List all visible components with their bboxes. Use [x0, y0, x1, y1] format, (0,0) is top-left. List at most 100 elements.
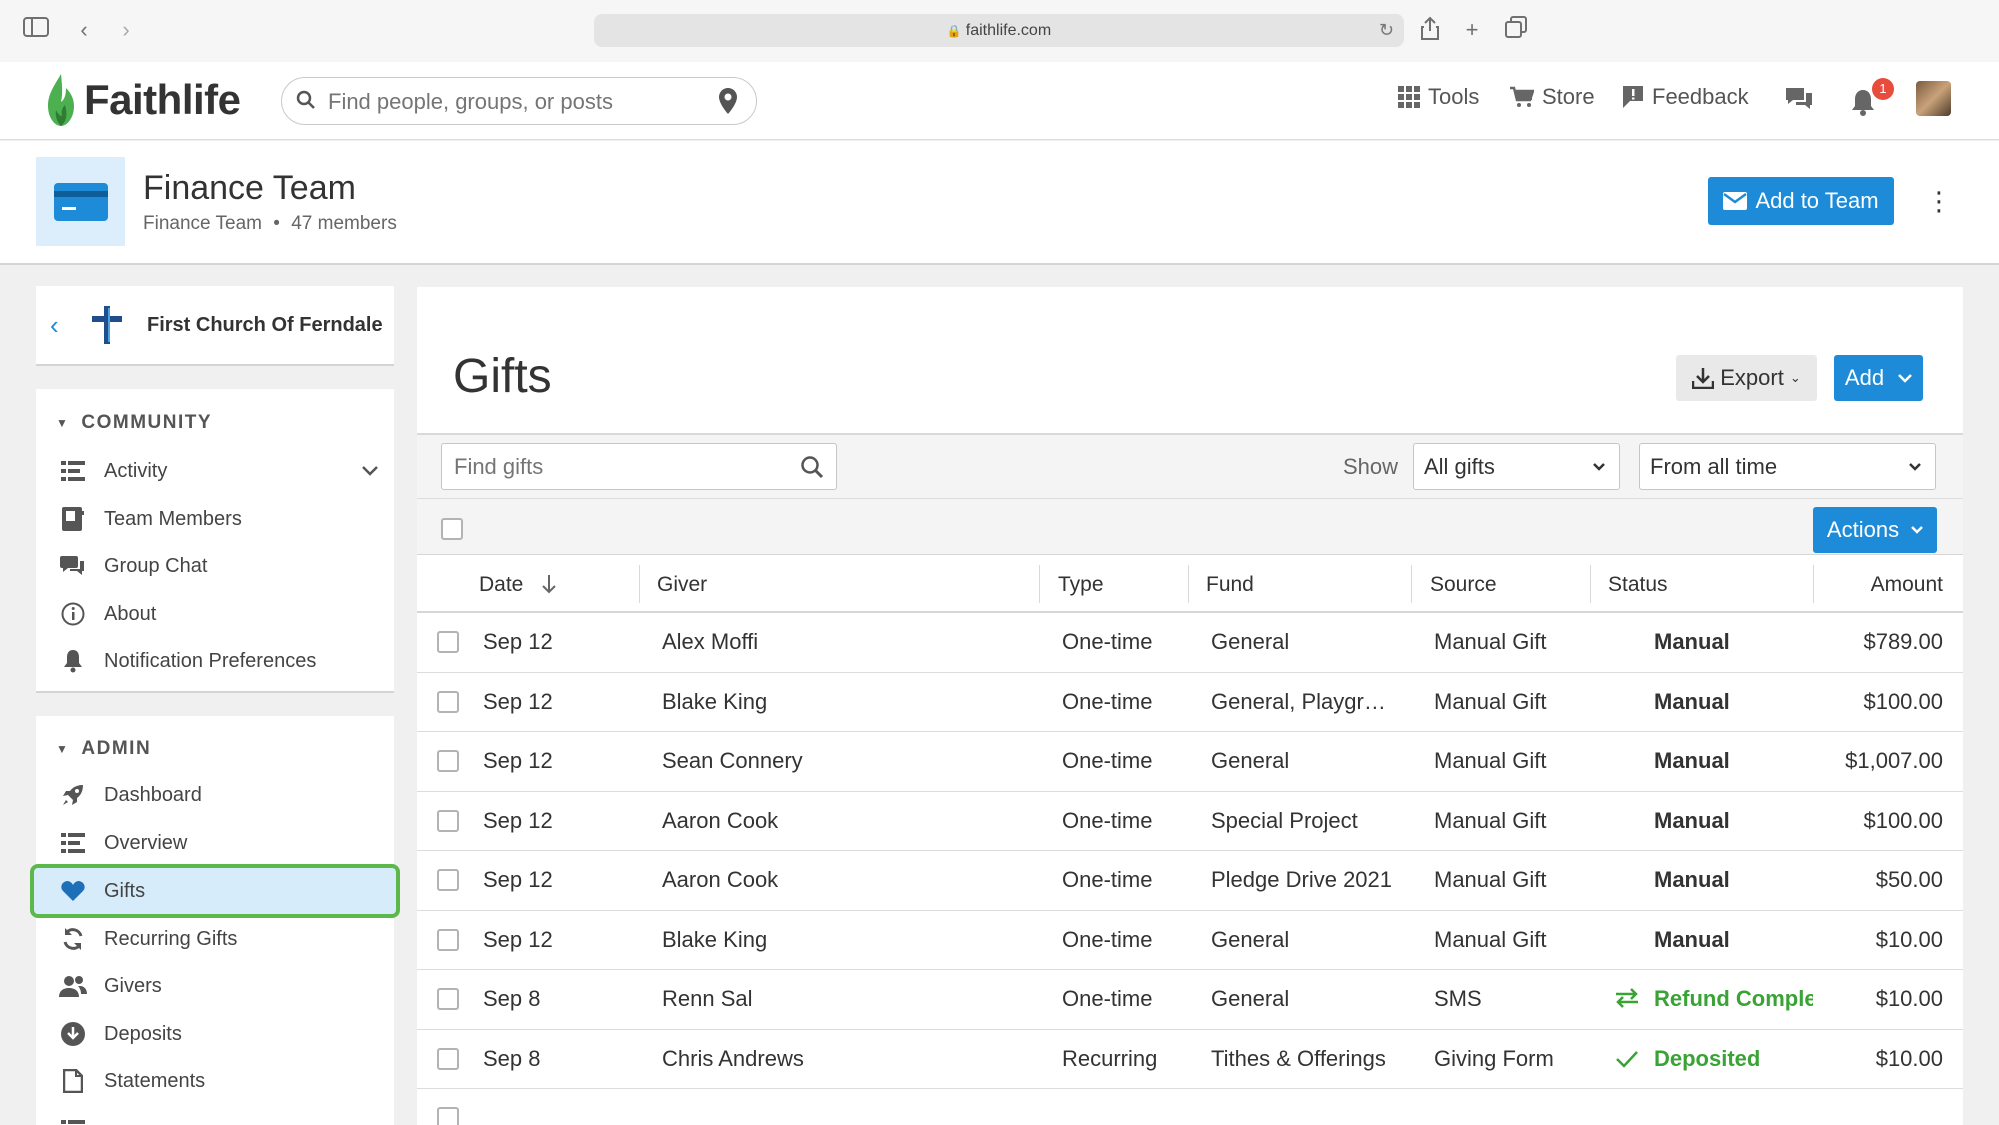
sidebar-item-recurring-gifts[interactable]: Recurring Gifts [36, 917, 394, 961]
add-to-team-button[interactable]: Add to Team [1708, 177, 1894, 225]
sidebar-item-notification-preferences[interactable]: Notification Preferences [36, 639, 394, 683]
sidebar-item-gifts[interactable]: Gifts [30, 864, 400, 918]
cell-amount: $50.00 [1875, 867, 1943, 892]
cell-amount: $100.00 [1863, 807, 1943, 833]
collapse-triangle-icon: ▼ [56, 742, 70, 756]
sidebar-item-label: Gifts [104, 879, 146, 902]
column-type[interactable]: Type [1058, 573, 1104, 597]
back-arrow-icon[interactable]: ‹ [70, 16, 98, 44]
table-row[interactable]: Sep 8 Renn Sal One-time General SMS Refu… [417, 970, 1963, 1030]
search-icon[interactable] [800, 455, 824, 484]
team-subtitle-name[interactable]: Finance Team [143, 213, 262, 234]
org-switcher[interactable]: ‹ First Church Of Ferndale [36, 286, 394, 366]
row-checkbox[interactable] [437, 988, 459, 1010]
cell-giver[interactable]: Aaron Cook [662, 808, 778, 834]
sidebar-item-group-chat[interactable]: Group Chat [36, 544, 394, 588]
cell-amount: $789.00 [1863, 629, 1943, 654]
location-pin-icon[interactable] [718, 87, 738, 120]
admin-section-toggle[interactable]: ▼ ADMIN [56, 738, 151, 760]
sidebar-item-about[interactable]: About [36, 592, 394, 636]
table-row[interactable]: Sep 12 Alex Moffi One-time General Manua… [417, 613, 1963, 673]
time-range-select[interactable]: From all time [1639, 443, 1936, 490]
cell-source: SMS [1434, 986, 1482, 1011]
cell-source: Manual Gift [1434, 688, 1547, 714]
find-gifts-input[interactable] [454, 453, 784, 481]
column-fund[interactable]: Fund [1206, 573, 1254, 597]
table-row[interactable]: Sep 12 Blake King One-time General, Play… [417, 673, 1963, 732]
sidebar-item-overview[interactable]: Overview [36, 821, 394, 865]
site-header: Faithlife Tools Store Feedback 1 [0, 62, 1999, 140]
new-tab-icon[interactable]: + [1458, 16, 1486, 44]
actions-button[interactable]: Actions [1813, 507, 1937, 553]
cell-giver[interactable]: Alex Moffi [662, 629, 774, 655]
sidebar-toggle-icon[interactable] [22, 16, 50, 44]
community-section-toggle[interactable]: ▼ COMMUNITY [56, 412, 212, 434]
address-bar[interactable]: 🔒 faithlife.com ↻ [594, 14, 1404, 47]
row-checkbox[interactable] [437, 1107, 459, 1125]
sidebar-item-dashboard[interactable]: Dashboard [36, 773, 394, 817]
global-search[interactable] [281, 77, 757, 125]
nav-feedback[interactable]: Feedback [1622, 84, 1749, 110]
show-filter-select[interactable]: All gifts [1413, 443, 1620, 490]
church-cross-icon [90, 306, 124, 349]
cell-date: Sep 12 [483, 748, 553, 773]
community-heading: COMMUNITY [81, 412, 213, 433]
tabs-overview-icon[interactable] [1502, 16, 1530, 44]
member-count[interactable]: 47 members [291, 213, 397, 234]
messages-icon[interactable] [1784, 86, 1814, 112]
column-amount[interactable]: Amount [1871, 573, 1943, 597]
sidebar-item-team-members[interactable]: Team Members [36, 497, 394, 541]
more-options-icon[interactable]: ⋮ [1926, 181, 1952, 221]
sort-down-arrow-icon[interactable] [541, 574, 557, 594]
cell-status: Refund Complete [1654, 986, 1813, 1011]
find-gifts-field[interactable] [441, 443, 837, 490]
nav-tools[interactable]: Tools [1398, 84, 1479, 110]
cell-fund: General [1211, 926, 1290, 952]
table-row[interactable]: Sep 8 Chris Andrews Recurring Tithes & O… [417, 1030, 1963, 1089]
row-checkbox[interactable] [437, 690, 459, 713]
user-avatar[interactable] [1916, 81, 1951, 116]
sidebar-item-partial [36, 1108, 394, 1125]
reload-icon[interactable]: ↻ [1379, 14, 1394, 47]
sidebar-item-deposits[interactable]: Deposits [36, 1012, 394, 1056]
cell-giver[interactable]: Aaron Cook [662, 867, 778, 893]
column-source[interactable]: Source [1430, 573, 1497, 597]
column-giver[interactable]: Giver [657, 573, 707, 597]
cell-type: One-time [1062, 867, 1153, 892]
forward-arrow-icon[interactable]: › [112, 16, 140, 44]
back-chevron-icon[interactable]: ‹ [50, 310, 59, 341]
row-checkbox[interactable] [437, 1047, 459, 1070]
cell-status: Manual [1654, 629, 1730, 654]
cell-giver[interactable]: Blake King [662, 689, 767, 715]
share-icon[interactable] [1416, 16, 1444, 44]
sidebar-item-activity[interactable]: Activity [36, 449, 394, 493]
sidebar-item-givers[interactable]: Givers [36, 964, 394, 1008]
row-checkbox[interactable] [437, 809, 459, 832]
select-all-checkbox[interactable] [441, 518, 463, 540]
table-row[interactable]: Sep 12 Sean Connery One-time General Man… [417, 732, 1963, 792]
column-divider [1411, 565, 1412, 603]
nav-store[interactable]: Store [1510, 84, 1595, 110]
cell-fund: Special Project [1211, 807, 1358, 833]
table-row[interactable]: Sep 12 Blake King One-time General Manua… [417, 911, 1963, 970]
table-row[interactable]: Sep 12 Aaron Cook One-time Pledge Drive … [417, 851, 1963, 911]
global-search-input[interactable] [328, 87, 688, 117]
cell-giver[interactable]: Chris Andrews [662, 1046, 804, 1072]
sidebar-item-statements[interactable]: Statements [36, 1059, 394, 1103]
cell-giver[interactable]: Blake King [662, 927, 767, 953]
add-gift-button[interactable]: Add [1834, 355, 1923, 401]
column-status[interactable]: Status [1608, 573, 1668, 597]
cell-date: Sep 8 [483, 1045, 541, 1071]
row-checkbox[interactable] [437, 928, 459, 951]
column-date[interactable]: Date [479, 573, 557, 597]
chevron-down-icon[interactable] [362, 459, 378, 482]
row-checkbox[interactable] [437, 631, 459, 653]
refund-arrows-icon [1614, 988, 1640, 1014]
cell-giver[interactable]: Renn Sal [662, 986, 753, 1012]
row-checkbox[interactable] [437, 750, 459, 772]
table-row[interactable]: Sep 12 Aaron Cook One-time Special Proje… [417, 792, 1963, 851]
faithlife-logo[interactable]: Faithlife [44, 70, 241, 130]
row-checkbox[interactable] [437, 869, 459, 891]
export-button[interactable]: Export ⌄ [1676, 355, 1817, 401]
cell-giver[interactable]: Sean Connery [662, 748, 803, 774]
